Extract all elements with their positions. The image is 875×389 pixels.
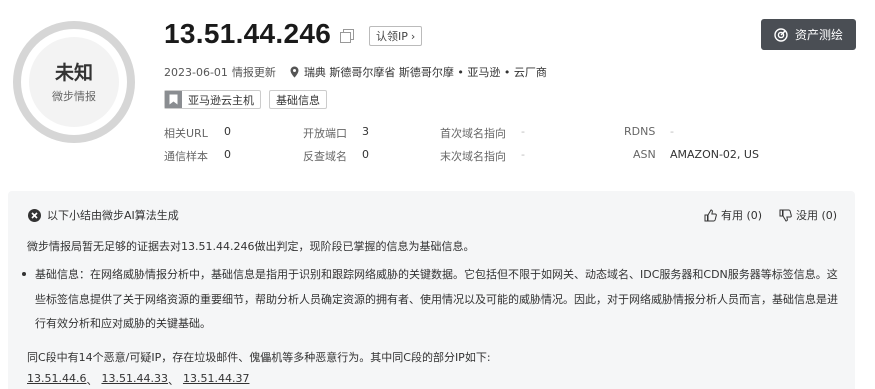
stat-value: 3 <box>362 125 369 138</box>
ai-close-icon <box>28 208 41 222</box>
verdict-source: 微步情报 <box>52 89 96 103</box>
asset-mapping-button[interactable]: 资产测绘 <box>761 19 856 50</box>
stat-label: 开放端口 <box>303 127 347 140</box>
stat-value: 0 <box>224 125 231 138</box>
verdict-inner: 未知 微步情报 <box>29 37 119 127</box>
verdict-ring: 未知 微步情报 <box>13 21 135 143</box>
bookmark-icon <box>165 91 182 108</box>
update-date-suffix: 情报更新 <box>231 66 276 79</box>
stat-label: 末次域名指向 <box>440 150 506 163</box>
location: 瑞典 斯德哥尔摩省 斯德哥尔摩 • 亚马逊 • 云厂商 <box>290 64 547 80</box>
meta-row: 2023-06-01 情报更新 瑞典 斯德哥尔摩省 斯德哥尔摩 • 亚马逊 • … <box>164 64 547 80</box>
stat-value: - <box>521 148 525 161</box>
claim-ip-button[interactable]: 认领IP › <box>369 26 423 46</box>
bullet-dot <box>22 272 26 276</box>
stat-first-domain: 首次域名指向 - <box>440 125 525 141</box>
ai-heading-text: 以下小结由微步AI算法生成 <box>47 209 179 222</box>
chevron-right-icon: › <box>410 29 416 43</box>
stat-rdns: RDNS - <box>624 125 674 138</box>
stat-value: - <box>521 125 525 138</box>
update-date: 2023-06-01 <box>164 65 228 79</box>
c-segment-text: 同C段中有14个恶意/可疑IP，存在垃圾邮件、傀儡机等多种恶意行为。其中同C段的… <box>27 351 491 364</box>
useful-label: 有用 (0) <box>721 209 763 222</box>
stat-related-url[interactable]: 相关URL 0 <box>164 125 231 141</box>
ip-separator: 、 <box>167 374 179 387</box>
stat-asn: ASN AMAZON-02, US <box>633 148 759 161</box>
copy-icon[interactable] <box>340 29 354 43</box>
stat-label: ASN <box>633 148 656 161</box>
stat-value: AMAZON-02, US <box>670 148 759 161</box>
ai-heading: 以下小结由微步AI算法生成 <box>28 207 179 223</box>
stat-last-domain: 末次域名指向 - <box>440 148 525 164</box>
ai-bullet-text: 基础信息：在网络威胁情报分析中，基础信息是指用于识别和跟踪网络威胁的关键数据。它… <box>35 268 838 330</box>
stat-label: 反查域名 <box>303 150 347 163</box>
c-segment-ip-list: 13.51.44.6 、 13.51.44.33 、 13.51.44.37 <box>27 372 249 388</box>
stat-value: - <box>670 125 674 138</box>
stat-comm-samples[interactable]: 通信样本 0 <box>164 148 231 164</box>
tag-basic-info[interactable]: 基础信息 <box>269 90 327 109</box>
stat-reverse-domain[interactable]: 反查域名 0 <box>303 148 369 164</box>
tag-amazon-cloud[interactable]: 亚马逊云主机 <box>164 90 261 109</box>
ai-summary-text: 微步情报局暂无足够的证据去对13.51.44.246做出判定，现阶段已掌握的信息… <box>27 240 475 253</box>
c-segment-ip-link[interactable]: 13.51.44.33 <box>101 372 167 388</box>
useful-button[interactable]: 有用 (0) <box>704 207 762 223</box>
c-segment-ip-link[interactable]: 13.51.44.6 <box>27 372 86 388</box>
stat-open-ports[interactable]: 开放端口 3 <box>303 125 369 141</box>
tag-list: 亚马逊云主机 基础信息 <box>164 90 327 109</box>
stat-label: 相关URL <box>164 127 208 140</box>
thumbs-up-icon <box>704 208 717 221</box>
ip-separator: 、 <box>86 374 98 387</box>
ai-summary-panel: 以下小结由微步AI算法生成 有用 (0) 没用 (0) 微步情报局暂无足够的证据… <box>8 191 855 389</box>
useless-button[interactable]: 没用 (0) <box>779 207 837 223</box>
verdict-label: 未知 <box>54 61 93 84</box>
tag-label: 亚马逊云主机 <box>188 93 254 107</box>
stat-value: 0 <box>362 148 369 161</box>
location-text: 瑞典 斯德哥尔摩省 斯德哥尔摩 • 亚马逊 • 云厂商 <box>303 66 547 79</box>
useless-label: 没用 (0) <box>796 209 838 222</box>
stat-label: 通信样本 <box>164 150 208 163</box>
claim-ip-label: 认领IP <box>376 30 408 43</box>
c-segment-ip-link[interactable]: 13.51.44.37 <box>183 372 249 388</box>
asset-mapping-label: 资产测绘 <box>794 28 843 42</box>
stat-label: 首次域名指向 <box>440 127 506 140</box>
radar-icon <box>774 27 788 42</box>
stat-label: RDNS <box>624 125 656 138</box>
stat-value: 0 <box>224 148 231 161</box>
ip-address: 13.51.44.246 <box>164 18 332 49</box>
thumbs-down-icon <box>779 209 792 222</box>
tag-label: 基础信息 <box>276 93 320 107</box>
location-pin-icon <box>290 66 299 78</box>
